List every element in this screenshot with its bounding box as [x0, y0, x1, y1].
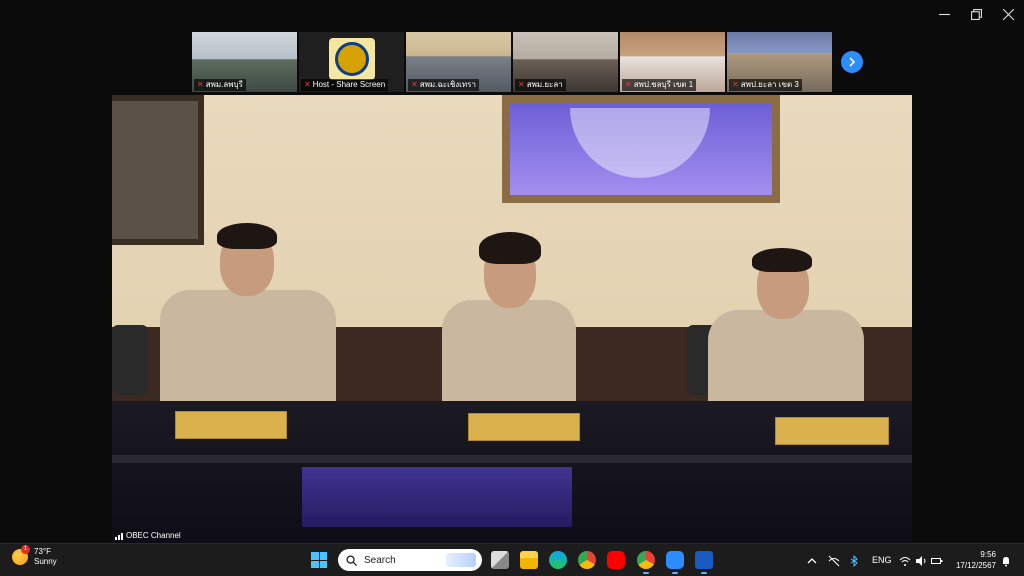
table-edge — [112, 455, 912, 463]
mic-muted-icon: ✕ — [518, 80, 525, 89]
volume-icon[interactable] — [915, 554, 927, 566]
clock-time: 9:56 — [980, 550, 996, 559]
chrome-icon[interactable] — [578, 551, 596, 569]
clock[interactable]: 9:56 17/12/2567 — [956, 549, 996, 571]
obec-logo — [329, 38, 375, 80]
wall-screen — [502, 95, 780, 203]
search-icon — [346, 554, 357, 566]
participant-name-tag: ✕ สพป.ยะลา เขต 3 — [729, 79, 802, 91]
mic-muted-icon: ✕ — [304, 80, 311, 89]
chevron-up-icon[interactable] — [806, 554, 818, 566]
youtube-icon[interactable] — [607, 551, 625, 569]
search-box[interactable]: Search — [338, 549, 482, 571]
participant-tile-host[interactable]: ✕ Host - Share Screen — [299, 32, 404, 92]
nameplate-right — [775, 417, 889, 445]
participant-name-tag: ✕ Host - Share Screen — [301, 79, 389, 91]
wall-portrait — [112, 95, 204, 245]
battery-icon[interactable] — [931, 554, 943, 566]
bluetooth-icon[interactable] — [848, 554, 860, 568]
mic-muted-icon: ✕ — [625, 80, 632, 89]
participant-tile[interactable]: ✕ สพม.ลพบุรี — [192, 32, 297, 92]
signal-icon — [115, 532, 123, 540]
mic-muted-icon: ✕ — [411, 80, 418, 89]
language-label: ENG — [872, 555, 892, 565]
window-controls — [928, 0, 1024, 28]
nameplate-center — [468, 413, 580, 441]
participant-name: สพม.ลพบุรี — [205, 80, 243, 89]
participant-tile[interactable]: ✕ สพป.ยะลา เขต 3 — [727, 32, 832, 92]
restore-icon — [970, 8, 982, 20]
participant-name: Host - Share Screen — [312, 80, 386, 89]
participant-tile[interactable]: ✕ สพป.ชลบุรี เขต 1 — [620, 32, 725, 92]
participant-name-tag: ✕ สพม.ยะลา — [515, 79, 566, 91]
nameplate-left — [175, 411, 287, 439]
search-placeholder: Search — [364, 554, 396, 566]
chair — [112, 325, 148, 395]
channel-label: OBEC Channel — [115, 531, 181, 540]
minimize-button[interactable] — [928, 0, 960, 28]
weather-temp: 73°F — [34, 547, 51, 556]
edge-icon[interactable] — [549, 551, 567, 569]
task-view-icon[interactable] — [491, 551, 509, 569]
close-icon — [1002, 8, 1014, 20]
main-video[interactable] — [112, 95, 912, 544]
participant-name-tag: ✕ สพป.ชลบุรี เขต 1 — [622, 79, 697, 91]
next-participants-button[interactable] — [841, 51, 863, 73]
participant-name-tag: ✕ สพม.ฉะเชิงเทรา — [408, 79, 479, 91]
weather-sun-icon: 1 — [12, 545, 30, 565]
participant-strip: ✕ สพม.ลพบุรี ✕ Host - Share Screen ✕ สพม… — [192, 32, 832, 92]
weather-widget[interactable]: 1 73°F Sunny — [12, 545, 57, 567]
clock-date: 17/12/2567 — [955, 561, 996, 570]
mic-muted-icon: ✕ — [732, 80, 739, 89]
network-off-icon[interactable] — [828, 554, 840, 567]
file-explorer-icon[interactable] — [520, 551, 538, 569]
restore-button[interactable] — [960, 0, 992, 28]
close-button[interactable] — [992, 0, 1024, 28]
language-indicator[interactable]: ENG — [872, 544, 892, 576]
wifi-icon[interactable] — [899, 554, 911, 566]
participant-name: สพม.ยะลา — [526, 80, 563, 89]
participant-name: สพม.ฉะเชิงเทรา — [419, 80, 476, 89]
start-button[interactable] — [311, 552, 327, 568]
word-icon[interactable] — [695, 551, 713, 574]
notification-badge: 1 — [21, 545, 30, 554]
zoom-icon[interactable] — [666, 551, 684, 574]
channel-name: OBEC Channel — [126, 531, 181, 540]
chevron-right-icon — [849, 57, 856, 67]
chrome-profile-icon[interactable] — [637, 551, 655, 574]
participant-tile[interactable]: ✕ สพม.ฉะเชิงเทรา — [406, 32, 511, 92]
mic-muted-icon: ✕ — [197, 80, 204, 89]
taskbar: 1 73°F Sunny Search ENG 9:56 17/12/2567 — [0, 543, 1024, 576]
search-highlight-icon — [446, 553, 476, 567]
minimize-icon — [938, 13, 950, 15]
participant-name: สพป.ชลบุรี เขต 1 — [633, 80, 694, 89]
participant-tile[interactable]: ✕ สพม.ยะลา — [513, 32, 618, 92]
participant-name: สพป.ยะลา เขต 3 — [740, 80, 799, 89]
notifications-bell-icon[interactable] — [1000, 554, 1012, 567]
participant-name-tag: ✕ สพม.ลพบุรี — [194, 79, 246, 91]
weather-condition: Sunny — [34, 557, 57, 566]
table-reflection — [302, 467, 572, 527]
